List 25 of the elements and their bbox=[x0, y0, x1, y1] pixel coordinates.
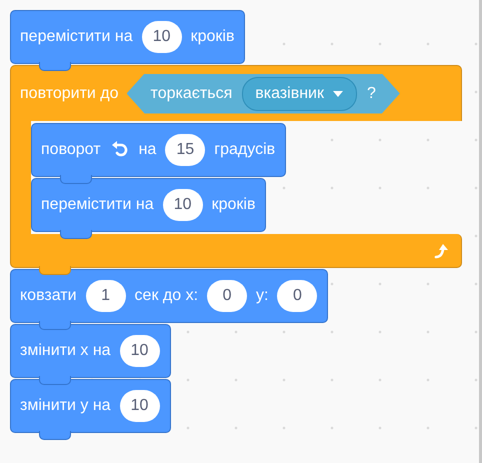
block-label: повторити до bbox=[20, 84, 119, 102]
block-label: ? bbox=[366, 84, 376, 102]
block-label: торкається bbox=[150, 84, 232, 102]
block-label: сек до x: bbox=[134, 287, 198, 305]
block-label: ковзати bbox=[20, 287, 77, 305]
block-label: перемістити на bbox=[41, 196, 154, 214]
block-label: градусів bbox=[214, 141, 276, 159]
block-label: змінити y на bbox=[20, 397, 111, 415]
block-label: кроків bbox=[212, 196, 256, 214]
number-input[interactable]: 10 bbox=[162, 189, 203, 221]
number-input[interactable]: 10 bbox=[142, 21, 182, 53]
number-input[interactable]: 10 bbox=[120, 335, 160, 367]
block-label: змінити x на bbox=[20, 342, 111, 360]
block-label: перемістити на bbox=[20, 28, 133, 46]
number-input[interactable]: 15 bbox=[165, 134, 206, 166]
number-input[interactable]: 1 bbox=[86, 280, 126, 312]
dropdown-caret-icon bbox=[332, 90, 344, 98]
number-input[interactable]: 0 bbox=[207, 280, 248, 312]
block-label: y: bbox=[256, 287, 268, 305]
number-input[interactable]: 0 bbox=[277, 280, 318, 312]
loop-arrow-icon bbox=[433, 242, 451, 260]
number-input[interactable]: 10 bbox=[120, 390, 160, 422]
block-label: кроків bbox=[190, 28, 234, 46]
block-label: на bbox=[138, 141, 156, 159]
block-label: поворот bbox=[41, 141, 101, 159]
